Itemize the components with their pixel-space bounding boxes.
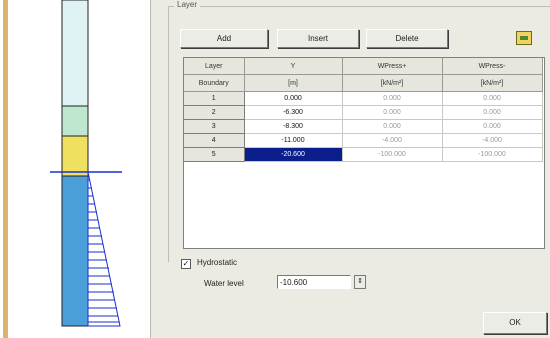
- header-wpress-plus-unit: [kN/m²]: [342, 74, 443, 92]
- y-cell[interactable]: -8.300: [244, 119, 343, 134]
- wpress-minus-cell: 0.000: [442, 119, 543, 134]
- table-row[interactable]: 1 0.000 0.000 0.000: [184, 91, 543, 106]
- insert-button[interactable]: Insert: [277, 29, 359, 48]
- row-boundary[interactable]: 1: [184, 91, 245, 106]
- wpress-plus-cell: 0.000: [342, 119, 443, 134]
- hydrostatic-pressure-diagram: [87, 171, 121, 327]
- wpress-minus-cell: -4.000: [442, 133, 543, 148]
- wpress-plus-cell: -100.000: [342, 147, 443, 162]
- table-row[interactable]: 3 -8.300 0.000 0.000: [184, 119, 543, 134]
- table-export-icon[interactable]: [516, 31, 532, 45]
- header-boundary: Boundary: [184, 74, 245, 92]
- water-level-label: Water level: [204, 279, 244, 288]
- header-wpress-plus[interactable]: WPress+: [342, 58, 443, 75]
- header-layer[interactable]: Layer: [184, 58, 245, 75]
- table-row[interactable]: 4 -11.000 -4.000 -4.000: [184, 133, 543, 148]
- header-wpress-minus-unit: [kN/m²]: [442, 74, 543, 92]
- layer-table: Layer Y WPress+ WPress- Boundary [m] [kN…: [184, 58, 543, 162]
- wpress-plus-cell: 0.000: [342, 105, 443, 120]
- wpress-plus-cell: 0.000: [342, 91, 443, 106]
- hydrostatic-label: Hydrostatic: [197, 258, 238, 267]
- groupbox-title: Layer: [174, 0, 201, 9]
- wpress-minus-cell: 0.000: [442, 105, 543, 120]
- layer-boundary-grid[interactable]: Layer Y WPress+ WPress- Boundary [m] [kN…: [183, 57, 545, 249]
- wpress-minus-cell: 0.000: [442, 91, 543, 106]
- water-level-spinner[interactable]: ⇕: [354, 275, 366, 289]
- profile-layer-4: [61, 175, 89, 327]
- wpress-plus-cell: -4.000: [342, 133, 443, 148]
- profile-layer-2: [61, 105, 89, 137]
- wpress-minus-cell: -100.000: [442, 147, 543, 162]
- header-y[interactable]: Y: [244, 58, 343, 75]
- row-boundary[interactable]: 4: [184, 133, 245, 148]
- row-boundary[interactable]: 5: [184, 147, 245, 162]
- profile-layer-3: [61, 135, 89, 177]
- delete-button[interactable]: Delete: [366, 29, 448, 48]
- add-button[interactable]: Add: [180, 29, 268, 48]
- row-boundary[interactable]: 3: [184, 119, 245, 134]
- row-boundary[interactable]: 2: [184, 105, 245, 120]
- table-row[interactable]: 2 -6.300 0.000 0.000: [184, 105, 543, 120]
- left-border-strip: [3, 0, 8, 338]
- table-row[interactable]: 5 -20.600 -100.000 -100.000: [184, 147, 543, 162]
- hydrostatic-checkbox[interactable]: ✓: [181, 259, 191, 269]
- y-cell[interactable]: -11.000: [244, 133, 343, 148]
- ok-button[interactable]: OK: [483, 312, 547, 334]
- profile-layer-1: [61, 0, 89, 107]
- panel-divider: [150, 0, 151, 338]
- water-level-input[interactable]: -10.600: [277, 275, 351, 289]
- y-cell[interactable]: -6.300: [244, 105, 343, 120]
- header-wpress-minus[interactable]: WPress-: [442, 58, 543, 75]
- y-cell-selected[interactable]: -20.600: [244, 147, 343, 162]
- soil-profile: [50, 0, 122, 327]
- y-cell[interactable]: 0.000: [244, 91, 343, 106]
- header-y-unit: [m]: [244, 74, 343, 92]
